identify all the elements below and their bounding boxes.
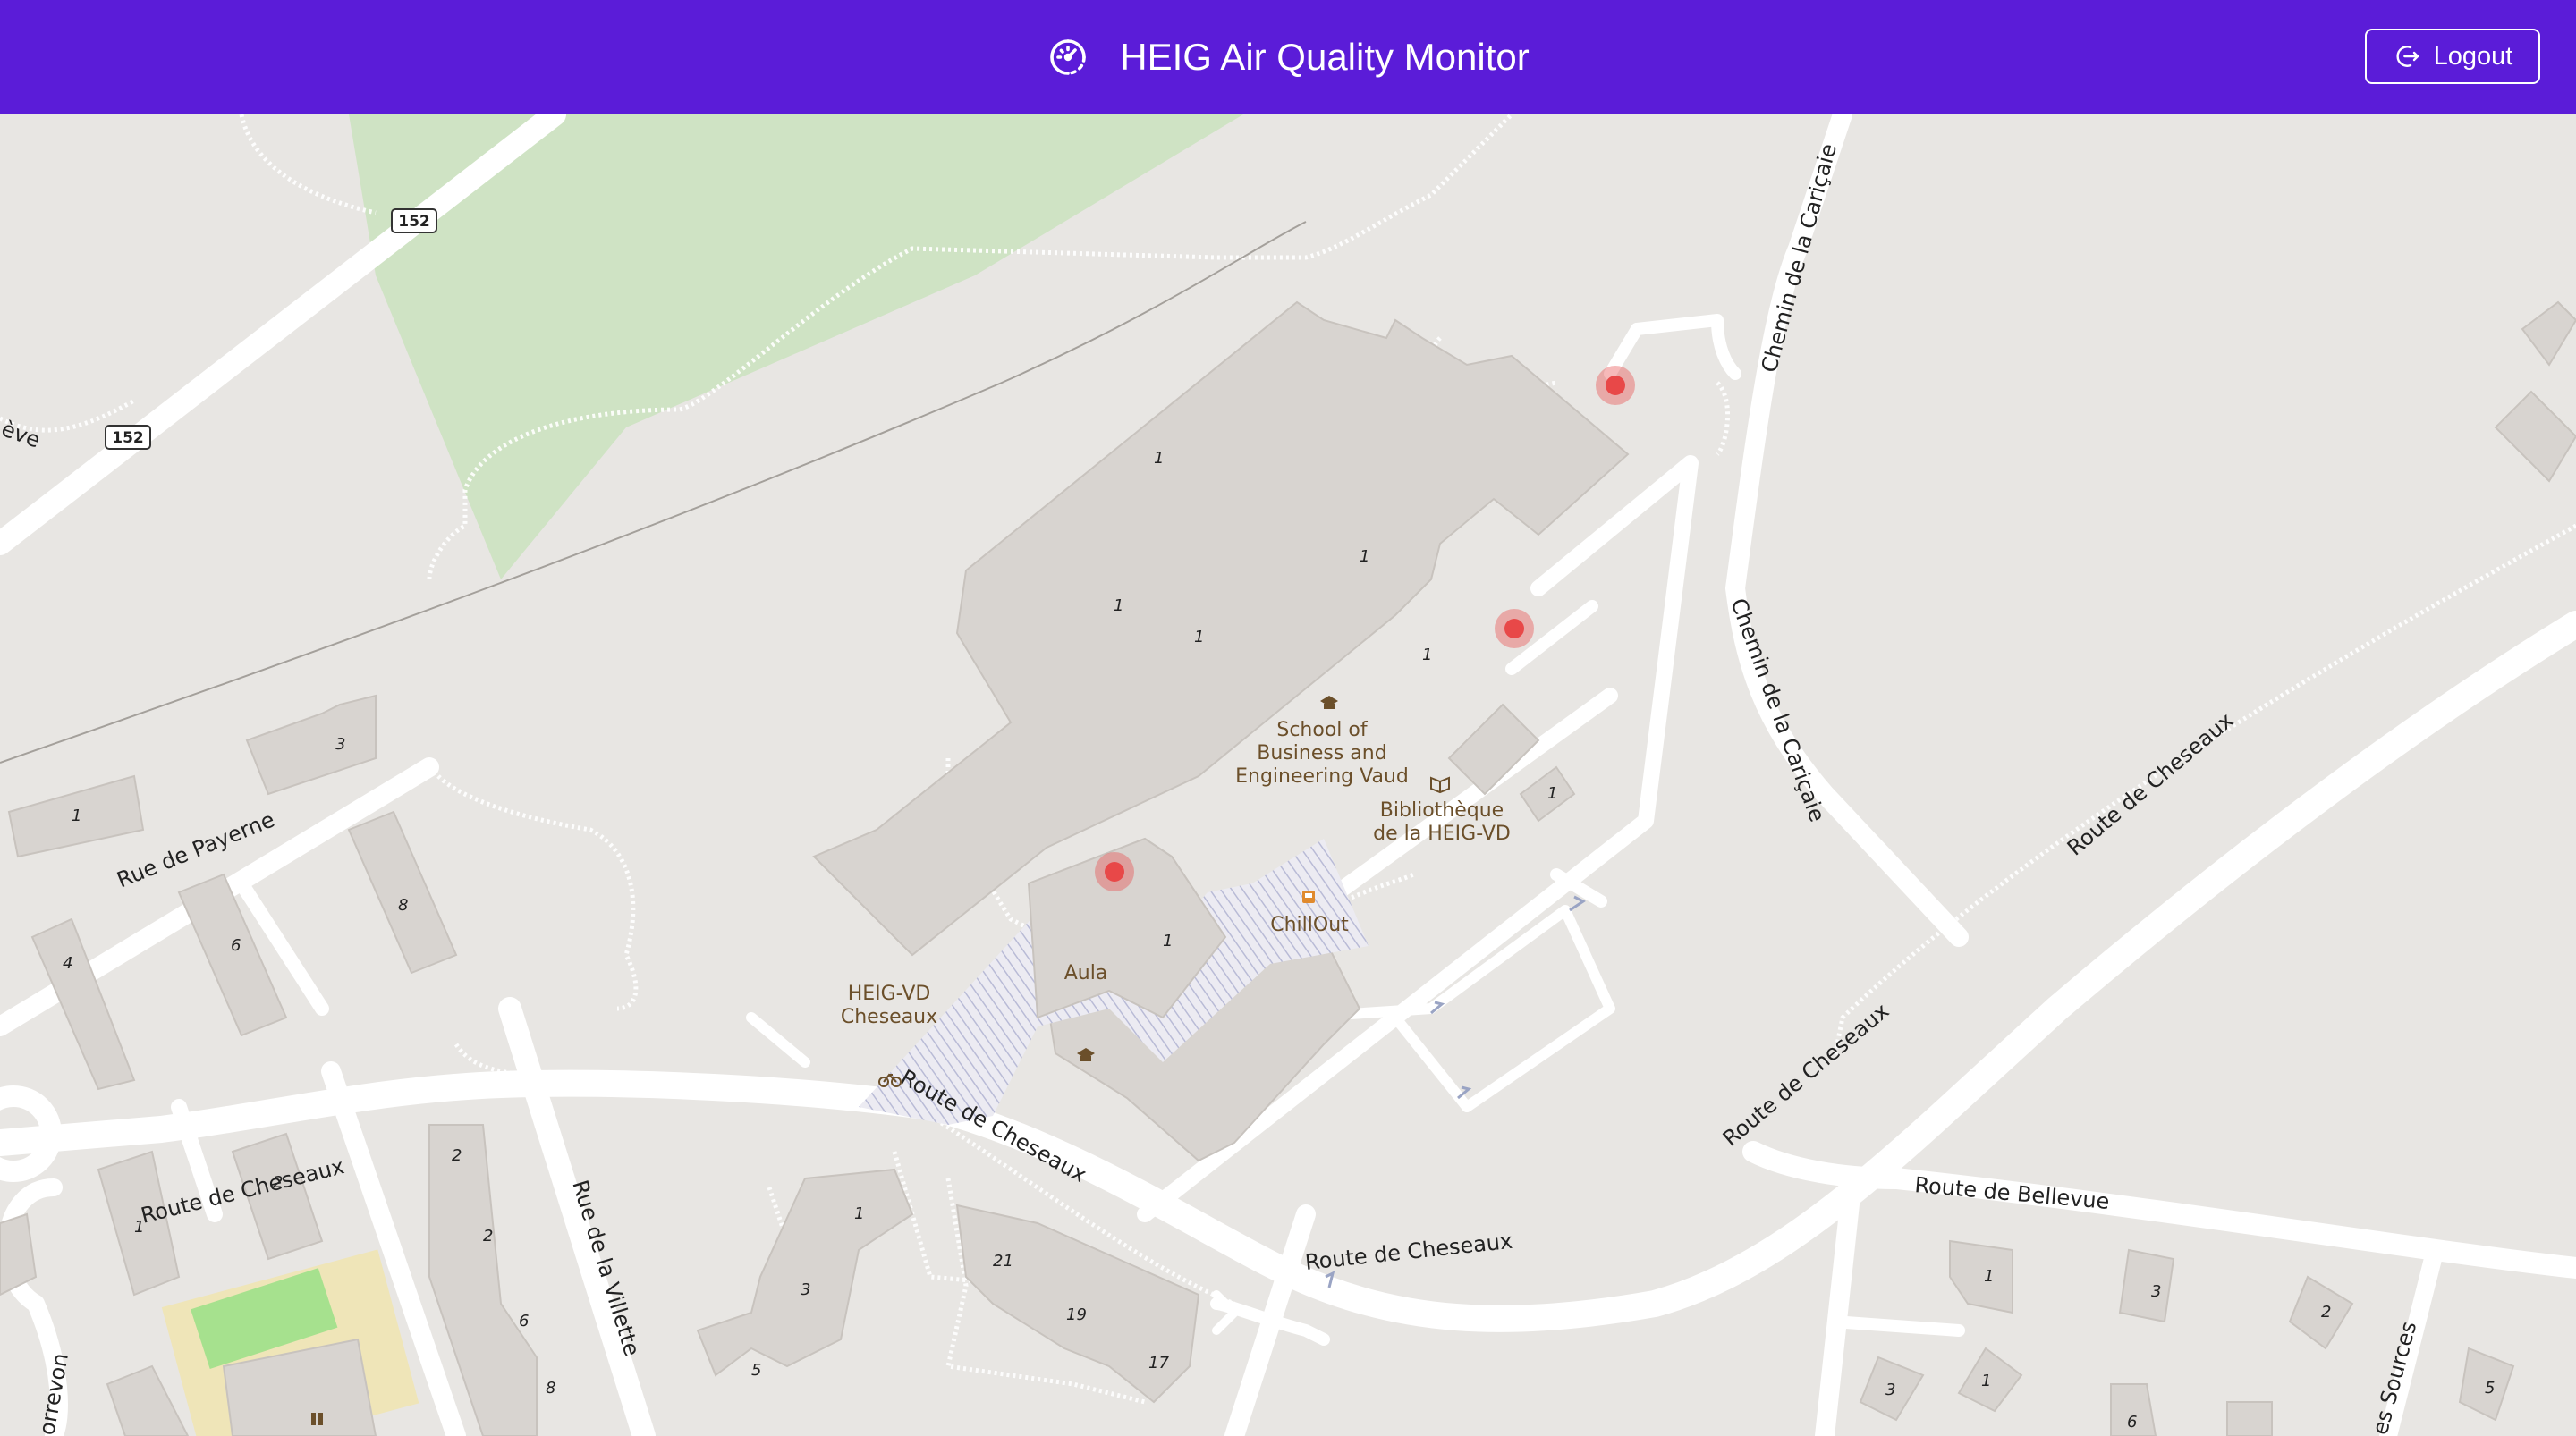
gauge-icon [1050, 39, 1087, 75]
svg-text:5: 5 [751, 1361, 761, 1380]
svg-text:Engineering Vaud: Engineering Vaud [1235, 765, 1409, 788]
svg-text:ChillOut: ChillOut [1270, 914, 1349, 936]
svg-text:152: 152 [112, 429, 144, 447]
svg-text:1: 1 [1984, 1267, 1994, 1286]
svg-text:2: 2 [2321, 1303, 2331, 1322]
svg-text:21: 21 [993, 1252, 1013, 1271]
svg-text:Bibliothèque: Bibliothèque [1380, 799, 1504, 822]
logout-icon [2396, 46, 2419, 67]
svg-text:8: 8 [398, 896, 408, 915]
svg-text:6: 6 [519, 1312, 529, 1330]
svg-text:1: 1 [1981, 1372, 1991, 1390]
svg-text:School of: School of [1276, 719, 1368, 741]
cafe-icon [1302, 891, 1315, 903]
sensor-marker-2[interactable] [1495, 609, 1534, 648]
svg-text:6: 6 [231, 936, 241, 955]
svg-text:1: 1 [1360, 547, 1369, 566]
svg-text:3: 3 [801, 1280, 810, 1299]
svg-text:Business and: Business and [1257, 742, 1386, 764]
sensor-marker-1[interactable] [1596, 366, 1635, 405]
svg-text:4: 4 [63, 954, 72, 973]
svg-text:Aula: Aula [1064, 962, 1108, 984]
svg-text:5: 5 [2485, 1379, 2495, 1398]
svg-text:17: 17 [1148, 1354, 1169, 1373]
svg-text:1: 1 [72, 807, 81, 825]
svg-text:1: 1 [854, 1204, 864, 1223]
svg-text:de la HEIG-VD: de la HEIG-VD [1373, 823, 1511, 845]
svg-text:Cheseaux: Cheseaux [841, 1006, 937, 1028]
app-title: HEIG Air Quality Monitor [1120, 36, 1530, 78]
svg-text:3: 3 [335, 735, 345, 754]
map-tiles: 152 152 1 1 1 1 1 1 1 1 3 1 2 4 6 8 2 1 … [0, 114, 2576, 1436]
map-view[interactable]: 152 152 1 1 1 1 1 1 1 1 3 1 2 4 6 8 2 1 … [0, 114, 2576, 1436]
svg-text:HEIG-VD: HEIG-VD [848, 983, 931, 1005]
svg-text:1: 1 [1163, 932, 1173, 950]
svg-text:3: 3 [2151, 1282, 2161, 1301]
svg-text:3: 3 [1885, 1381, 1895, 1399]
svg-text:8: 8 [546, 1379, 555, 1398]
svg-text:1: 1 [1114, 596, 1123, 615]
app-header: HEIG Air Quality Monitor Logout [0, 0, 2576, 114]
svg-text:2: 2 [452, 1146, 462, 1165]
svg-text:1: 1 [1422, 646, 1432, 664]
svg-text:19: 19 [1066, 1305, 1087, 1324]
logout-button[interactable]: Logout [2365, 29, 2540, 84]
sensor-marker-3[interactable] [1095, 852, 1134, 891]
svg-text:6: 6 [2127, 1413, 2137, 1432]
brand: HEIG Air Quality Monitor [0, 0, 2576, 114]
svg-text:1: 1 [1547, 784, 1557, 803]
svg-text:1: 1 [1154, 449, 1164, 468]
logout-label: Logout [2433, 41, 2513, 71]
svg-text:152: 152 [398, 213, 430, 231]
svg-text:1: 1 [1194, 628, 1204, 646]
